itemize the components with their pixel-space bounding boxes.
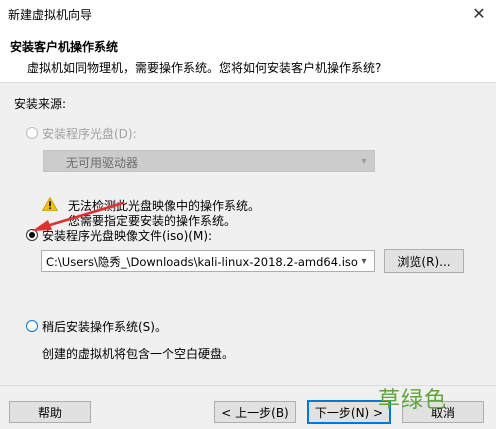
back-button[interactable]: < 上一步(B) — [214, 401, 296, 423]
page-title: 安装客户机操作系统 — [10, 40, 119, 54]
window-title: 新建虚拟机向导 — [8, 8, 93, 22]
annotation-arrow-icon — [32, 201, 125, 231]
watermark-text: 草绿色 — [378, 388, 448, 413]
browse-button[interactable]: 浏览(R)... — [384, 249, 464, 273]
close-button[interactable]: ✕ — [468, 2, 490, 24]
drive-select-value: 无可用驱动器 — [66, 156, 139, 170]
install-later-radio[interactable] — [26, 320, 38, 332]
disc-option-radio[interactable] — [26, 127, 38, 139]
wizard-header: 安装客户机操作系统 虚拟机如同物理机，需要操作系统。您将如何安装客户机操作系统? — [0, 28, 496, 83]
drive-select[interactable]: 无可用驱动器 ▾ — [43, 150, 375, 172]
chevron-down-icon: ▾ — [361, 255, 367, 267]
install-source-label: 安装来源: — [14, 97, 67, 111]
title-bar: 新建虚拟机向导 ✕ — [0, 0, 496, 28]
iso-path-value: C:\Users\隐秀_\Downloads\kali-linux-2018.2… — [46, 255, 358, 269]
iso-path-combobox[interactable]: C:\Users\隐秀_\Downloads\kali-linux-2018.2… — [41, 250, 375, 272]
help-button[interactable]: 帮助 — [9, 401, 91, 423]
close-icon: ✕ — [472, 3, 486, 23]
page-subtitle: 虚拟机如同物理机，需要操作系统。您将如何安装客户机操作系统? — [27, 61, 382, 75]
disc-option-label: 安装程序光盘(D): — [42, 127, 137, 141]
install-later-description: 创建的虚拟机将包含一个空白硬盘。 — [42, 347, 235, 361]
chevron-down-icon: ▾ — [361, 155, 367, 167]
install-later-label: 稍后安装操作系统(S)。 — [42, 320, 167, 334]
